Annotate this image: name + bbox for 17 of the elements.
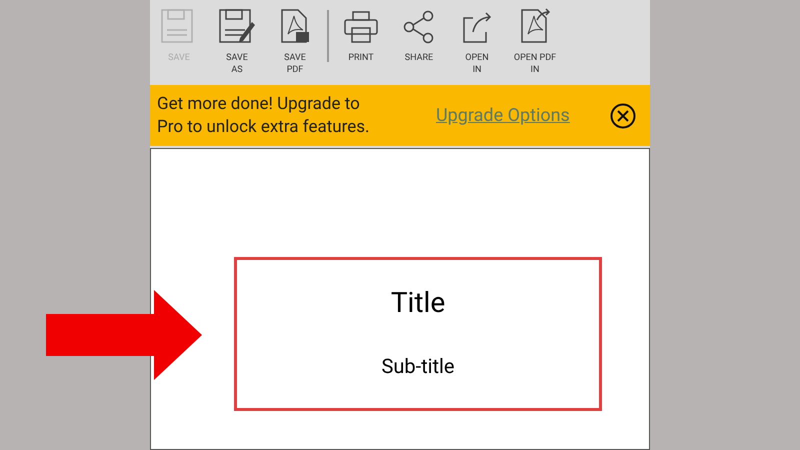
share-icon: [403, 10, 435, 44]
pdf-document-icon: [279, 8, 311, 44]
arrow-icon: [46, 290, 202, 380]
slide-subtitle: Sub-title: [381, 354, 455, 378]
toolbar-button[interactable]: OPEN PDF IN: [506, 6, 564, 76]
pdf-export-icon: [519, 8, 551, 44]
printer-icon: [343, 10, 379, 44]
toolbar-button[interactable]: OPEN IN: [448, 6, 506, 76]
banner-message: Get more done! Upgrade to Pro to unlock extra features.: [157, 92, 371, 138]
toolbar-button[interactable]: SAVE AS: [208, 6, 266, 76]
floppy-disk-pencil-icon: [218, 8, 256, 44]
export-icon: [461, 10, 493, 44]
toolbar-button[interactable]: PRINT: [332, 6, 390, 64]
toolbar-button[interactable]: SAVE PDF: [266, 6, 324, 76]
toolbar-button[interactable]: SHARE: [390, 6, 448, 64]
close-icon[interactable]: [610, 102, 636, 128]
slide-title: Title: [390, 286, 446, 320]
